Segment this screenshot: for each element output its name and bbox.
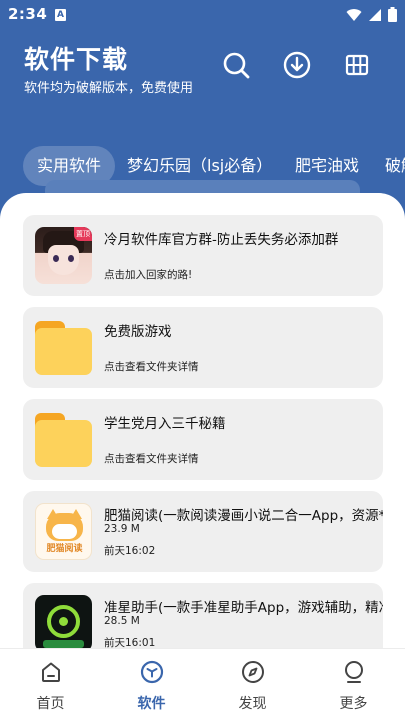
item-title: 准星助手(一款手准星助手App，游戏辅助，精准 xyxy=(104,600,383,616)
box-icon xyxy=(140,660,164,684)
item-title: 冷月软件库官方群-防止丢失务必添加群 xyxy=(104,232,339,248)
nav-home[interactable]: 首页 xyxy=(0,649,101,720)
battery-icon xyxy=(388,7,397,22)
grid-button[interactable] xyxy=(342,50,372,80)
nav-more-label: 更多 xyxy=(339,696,368,712)
bottom-navigation: 首页 软件 发现 更多 xyxy=(0,648,405,720)
download-button[interactable] xyxy=(282,50,312,80)
list-item[interactable]: 免费版游戏 点击查看文件夹详情 xyxy=(23,307,383,388)
grid-icon xyxy=(345,54,369,76)
nav-software[interactable]: 软件 xyxy=(101,649,202,720)
item-date: 前天16:02 xyxy=(104,545,156,557)
item-subtitle: 点击查看文件夹详情 xyxy=(104,453,199,465)
item-subtitle: 点击加入回家的路! xyxy=(104,269,193,281)
user-icon xyxy=(345,661,363,683)
tab-crack[interactable]: 破解 xyxy=(385,146,405,186)
status-bar: 2:34 A xyxy=(0,0,405,30)
page-title: 软件下载 xyxy=(24,45,129,74)
signal-icon xyxy=(369,8,381,21)
cat-app-icon-text: 肥猫阅读 xyxy=(46,544,83,554)
crosshair-app-icon xyxy=(35,595,92,652)
avatar: 置顶 xyxy=(35,227,92,284)
nav-discover[interactable]: 发现 xyxy=(202,649,303,720)
item-size: 23.9 M xyxy=(104,523,140,535)
group-avatar-icon: 置顶 xyxy=(35,227,92,284)
item-title: 学生党月入三千秘籍 xyxy=(104,416,226,432)
list-item[interactable]: 肥猫阅读 肥猫阅读(一款阅读漫画小说二合一App，资源* 23.9 M 前天16… xyxy=(23,491,383,572)
cat-app-icon: 肥猫阅读 xyxy=(35,503,92,560)
download-icon xyxy=(283,51,311,79)
item-subtitle: 点击查看文件夹详情 xyxy=(104,361,199,373)
home-icon xyxy=(42,662,60,682)
compass-icon xyxy=(242,661,264,683)
nav-software-label: 软件 xyxy=(137,696,166,712)
nav-more[interactable]: 更多 xyxy=(303,649,404,720)
search-icon xyxy=(223,52,250,79)
wifi-icon xyxy=(346,8,362,21)
search-button[interactable] xyxy=(221,50,251,80)
notification-icon: A xyxy=(55,9,66,21)
header: 软件下载 软件均为破解版本，免费使用 实用软件 梦幻乐园（lsj必备） 肥宅油戏… xyxy=(0,30,405,190)
list-item[interactable]: 学生党月入三千秘籍 点击查看文件夹详情 xyxy=(23,399,383,480)
page-subtitle: 软件均为破解版本，免费使用 xyxy=(24,81,194,96)
nav-discover-label: 发现 xyxy=(238,696,267,712)
pinned-badge: 置顶 xyxy=(74,227,92,241)
item-title: 免费版游戏 xyxy=(104,324,172,340)
nav-home-label: 首页 xyxy=(36,696,65,712)
status-indicators xyxy=(346,7,397,22)
item-size: 28.5 M xyxy=(104,615,140,627)
folder-icon xyxy=(35,319,92,376)
content-sheet: 置顶 冷月软件库官方群-防止丢失务必添加群 点击加入回家的路! 免费版游戏 点击… xyxy=(0,193,405,720)
status-time: 2:34 xyxy=(8,5,48,23)
folder-icon xyxy=(35,411,92,468)
list-item[interactable]: 置顶 冷月软件库官方群-防止丢失务必添加群 点击加入回家的路! xyxy=(23,215,383,296)
item-title: 肥猫阅读(一款阅读漫画小说二合一App，资源* xyxy=(104,508,383,524)
